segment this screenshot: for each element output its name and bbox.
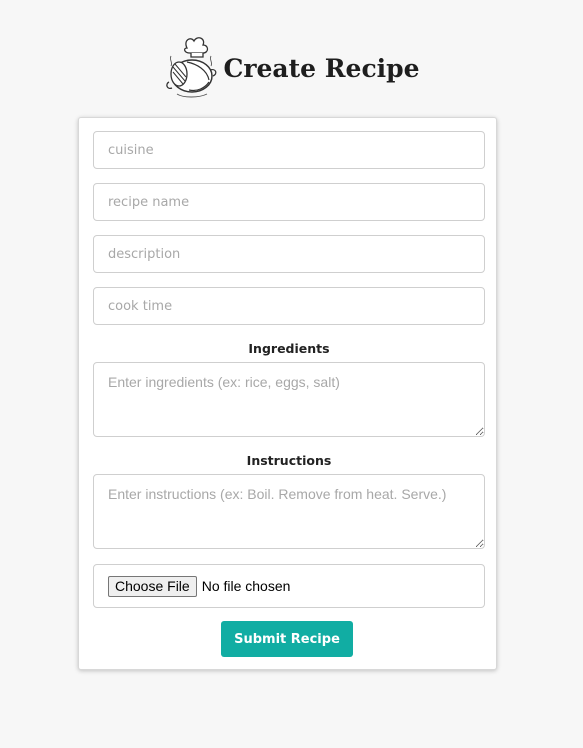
choose-file-button[interactable]: Choose File [108,575,197,597]
chef-hat-pot-icon [166,37,217,98]
create-recipe-form: Ingredients Instructions Choose File No … [78,117,497,670]
page-header: Create Recipe [0,33,583,103]
file-status-text: No file chosen [201,578,291,594]
instructions-label: Instructions [246,453,332,468]
submit-recipe-button[interactable]: Submit Recipe [221,621,353,657]
instructions-textarea[interactable] [93,474,485,549]
page-title: Create Recipe [223,53,420,83]
description-input[interactable] [93,235,485,273]
image-file-input: Choose File No file chosen [93,564,485,608]
ingredients-label: Ingredients [248,341,330,356]
recipe-name-input[interactable] [93,183,485,221]
cook-time-input[interactable] [93,287,485,325]
cuisine-input[interactable] [93,131,485,169]
ingredients-textarea[interactable] [93,362,485,437]
